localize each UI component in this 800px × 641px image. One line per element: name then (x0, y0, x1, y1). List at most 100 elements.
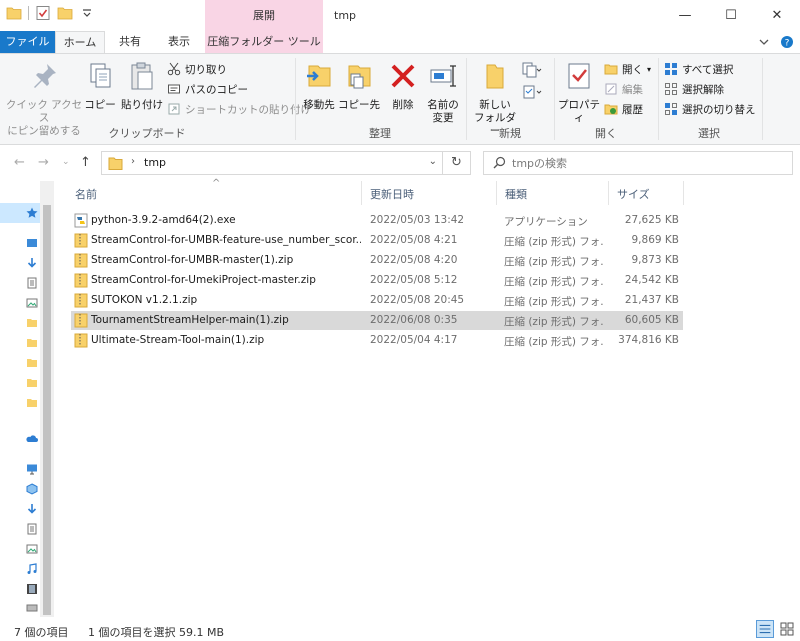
pictures-icon[interactable] (26, 543, 38, 555)
tab-file[interactable]: ファイル (0, 31, 55, 53)
breadcrumb-path[interactable]: tmp (144, 156, 166, 169)
copy-button[interactable]: コピー (82, 60, 118, 112)
column-header-date[interactable]: 更新日時 (370, 186, 414, 202)
delete-button[interactable]: 削除 (385, 60, 421, 112)
documents-icon[interactable] (26, 277, 38, 289)
select-none-button[interactable]: 選択解除 (664, 80, 724, 98)
help-icon[interactable]: ? (780, 35, 794, 49)
column-header-type[interactable]: 種類 (505, 186, 527, 202)
copy-label: コピー (84, 99, 116, 111)
edit-button[interactable]: 編集 (604, 80, 643, 98)
history-button[interactable]: 履歴 (604, 100, 643, 118)
folder-icon[interactable] (26, 317, 38, 329)
search-icon (493, 156, 506, 169)
tab-compressed-folder-tools[interactable]: 圧縮フォルダー ツール (205, 31, 323, 53)
3d-objects-icon[interactable] (26, 483, 38, 495)
address-box[interactable]: › tmp ⌄ (101, 151, 443, 175)
column-separator[interactable] (361, 181, 362, 205)
folder-icon[interactable] (26, 377, 38, 389)
easy-access-icon[interactable] (520, 82, 542, 104)
table-row-selected[interactable]: TournamentStreamHelper-main(1).zip 2022/… (71, 311, 683, 330)
select-all-button[interactable]: すべて選択 (664, 60, 733, 78)
table-row[interactable]: Ultimate-Stream-Tool-main(1).zip 2022/05… (71, 331, 683, 350)
table-row[interactable]: StreamControl-for-UMBR-feature-use_numbe… (71, 231, 683, 250)
status-item-count: 7 個の項目 (14, 626, 69, 639)
new-folder-icon[interactable] (57, 5, 73, 21)
column-separator[interactable] (683, 181, 684, 205)
details-view-icon[interactable] (756, 620, 774, 638)
column-header-name[interactable]: 名前 (75, 186, 97, 202)
scissors-icon (167, 62, 181, 76)
refresh-button[interactable]: ↻ (443, 151, 471, 175)
open-label: 開く (622, 63, 643, 76)
table-row[interactable]: StreamControl-for-UmekiProject-master.zi… (71, 271, 683, 290)
table-row[interactable]: python-3.9.2-amd64(2).exe 2022/05/03 13:… (71, 211, 683, 230)
maximize-button[interactable]: ☐ (708, 0, 754, 31)
paste-button[interactable]: 貼り付け (120, 60, 164, 112)
file-date: 2022/06/08 0:35 (370, 314, 458, 326)
downloads-arrow-icon[interactable] (26, 503, 38, 515)
chevron-down-icon[interactable] (758, 36, 770, 48)
copy-path-icon (168, 84, 180, 94)
column-separator[interactable] (496, 181, 497, 205)
file-name: python-3.9.2-amd64(2).exe (91, 214, 236, 226)
qat-customize-icon[interactable] (79, 5, 95, 21)
quick-access-star-icon[interactable] (26, 207, 38, 219)
tab-view[interactable]: 表示 (155, 31, 203, 53)
address-dropdown-icon[interactable]: ⌄ (429, 156, 437, 167)
open-dropdown-icon: ▾ (647, 64, 652, 74)
invert-selection-icon (665, 103, 677, 115)
table-row[interactable]: StreamControl-for-UMBR-master(1).zip 202… (71, 251, 683, 270)
move-to-button[interactable]: 移動先 (300, 60, 338, 112)
local-disk-icon[interactable] (26, 601, 38, 613)
select-none-label: 選択解除 (682, 83, 724, 96)
open-button[interactable]: 開く ▾ (604, 60, 651, 78)
downloads-arrow-icon[interactable] (26, 257, 38, 269)
copy-path-button[interactable]: パスのコピー (167, 80, 248, 98)
edit-icon (605, 83, 617, 95)
paste-shortcut-button[interactable]: ショートカットの貼り付け (167, 100, 311, 118)
recent-locations-chevron-icon[interactable]: ⌄ (62, 157, 70, 167)
properties-check-icon[interactable] (35, 5, 51, 21)
properties-button[interactable]: プロパティ (556, 60, 602, 125)
nav-pane-scrollbar-thumb[interactable] (43, 205, 51, 615)
up-arrow-icon[interactable]: ↑ (80, 155, 91, 170)
documents-icon[interactable] (26, 523, 38, 535)
file-size: 374,816 KB (618, 334, 679, 346)
folder-icon[interactable] (26, 337, 38, 349)
file-name: StreamControl-for-UMBR-master(1).zip (91, 254, 294, 266)
zip-folder-icon (74, 293, 88, 308)
videos-film-icon[interactable] (26, 583, 38, 595)
tab-share[interactable]: 共有 (107, 31, 153, 53)
folder-icon[interactable] (26, 357, 38, 369)
forward-arrow-icon[interactable]: → (38, 155, 49, 170)
rename-button[interactable]: 名前の 変更 (422, 60, 464, 125)
rename-icon (430, 65, 456, 87)
breadcrumb-chevron-icon[interactable]: › (131, 156, 135, 167)
large-icons-view-icon[interactable] (778, 620, 796, 638)
column-separator[interactable] (608, 181, 609, 205)
this-pc-monitor-icon[interactable] (26, 463, 38, 475)
cut-button[interactable]: 切り取り (167, 60, 227, 78)
music-note-icon[interactable] (26, 563, 38, 575)
python-exe-icon (74, 213, 88, 228)
close-button[interactable]: ✕ (754, 0, 800, 31)
folder-icon[interactable] (26, 397, 38, 409)
qat-separator (28, 6, 29, 20)
back-arrow-icon[interactable]: ← (14, 155, 25, 170)
column-header-size[interactable]: サイズ (617, 186, 650, 202)
copy-to-button[interactable]: コピー先 (338, 60, 380, 112)
invert-selection-button[interactable]: 選択の切り替え (664, 100, 756, 118)
nav-pane-scrollbar[interactable] (40, 181, 54, 617)
desktop-folder-icon[interactable] (26, 237, 38, 249)
new-item-icon[interactable] (520, 60, 542, 82)
search-input[interactable] (512, 155, 782, 171)
minimize-button[interactable]: — (662, 0, 708, 31)
tab-home[interactable]: ホーム (55, 31, 105, 54)
search-box[interactable] (483, 151, 793, 175)
file-type: 圧縮 (zip 形式) フォ... (504, 256, 604, 268)
pictures-icon[interactable] (26, 297, 38, 309)
title-bar: 展開 tmp — ☐ ✕ (0, 0, 800, 31)
table-row[interactable]: SUTOKON v1.2.1.zip 2022/05/08 20:45 圧縮 (… (71, 291, 683, 310)
onedrive-cloud-icon[interactable] (26, 433, 38, 445)
